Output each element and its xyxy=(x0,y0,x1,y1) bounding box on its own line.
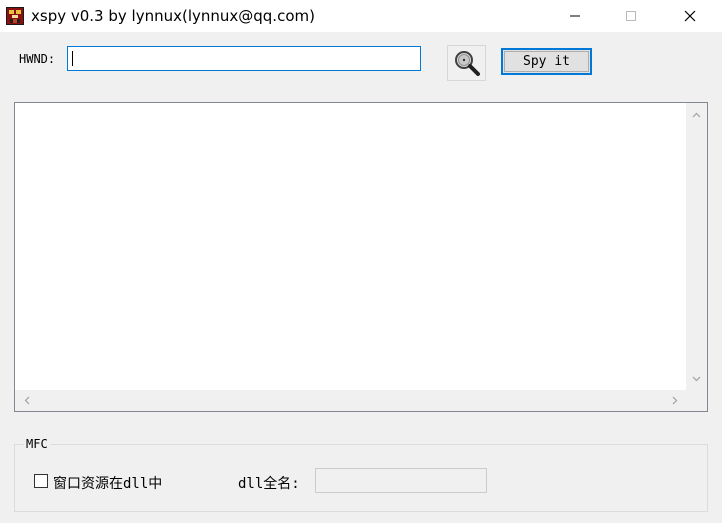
hwnd-input[interactable] xyxy=(67,46,421,71)
scroll-right-icon[interactable] xyxy=(666,392,683,409)
dll-fullname-input[interactable] xyxy=(315,468,487,493)
maximize-icon xyxy=(626,11,636,21)
scrollbar-corner xyxy=(686,390,707,411)
horizontal-scrollbar[interactable] xyxy=(15,390,686,411)
dll-resource-checkbox[interactable] xyxy=(34,474,48,488)
xspy-window: xspy v0.3 by lynnux(lynnux@qq.com) HWND: xyxy=(0,0,722,523)
hwnd-label: HWND: xyxy=(19,52,56,66)
close-button[interactable] xyxy=(667,0,713,32)
magnifier-icon xyxy=(454,51,480,76)
scroll-left-icon[interactable] xyxy=(18,392,35,409)
vertical-scrollbar[interactable] xyxy=(686,103,707,390)
output-textarea[interactable] xyxy=(14,102,708,412)
close-icon xyxy=(684,10,696,22)
spy-it-button-label: Spy it xyxy=(504,51,589,72)
app-icon xyxy=(6,7,24,25)
minimize-button[interactable] xyxy=(552,0,598,32)
window-finder-tool[interactable] xyxy=(447,45,486,81)
dll-fullname-label: dll全名: xyxy=(238,476,300,492)
title-bar[interactable]: xspy v0.3 by lynnux(lynnux@qq.com) xyxy=(0,0,722,32)
minimize-icon xyxy=(570,15,580,17)
scroll-up-icon[interactable] xyxy=(688,106,705,123)
window-title: xspy v0.3 by lynnux(lynnux@qq.com) xyxy=(31,7,315,25)
mfc-group-label: MFC xyxy=(24,437,50,451)
maximize-button[interactable] xyxy=(608,0,654,32)
dll-resource-checkbox-label[interactable]: 窗口资源在dll中 xyxy=(53,473,162,493)
text-caret xyxy=(72,51,73,66)
scroll-down-icon[interactable] xyxy=(688,370,705,387)
spy-it-button[interactable]: Spy it xyxy=(501,48,592,75)
